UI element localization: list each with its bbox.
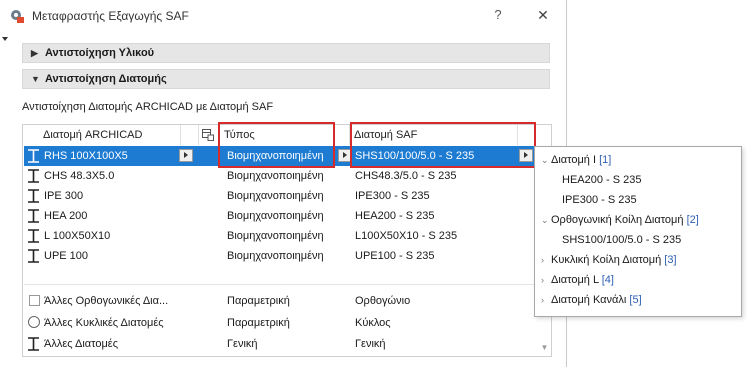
profile-type: Βιομηχανοποιημένη: [227, 230, 324, 242]
window-title: Μεταφραστής Εξαγωγής SAF: [32, 9, 189, 23]
dropdown-item[interactable]: HEA200 - S 235: [562, 172, 642, 188]
column-header-settings[interactable]: [199, 125, 220, 145]
section-label: Αντιστοίχηση Υλικού: [45, 47, 155, 59]
column-header-spacer: [181, 125, 199, 145]
dropdown-group-l-profile[interactable]: › Διατομή L [4]: [541, 272, 614, 288]
saf-profile: UPE100 - S 235: [355, 250, 435, 262]
table-row[interactable]: L 100X50X10 Βιομηχανοποιημένη L100X50X10…: [24, 226, 540, 246]
i-beam-profile-icon: [28, 209, 39, 223]
profile-type: Γενική: [227, 338, 258, 350]
chevron-down-icon: ⌄: [541, 215, 549, 225]
group-label: Κυκλική Κοίλη Διατομή: [551, 254, 662, 266]
column-header-saf[interactable]: Διατομή SAF: [350, 125, 518, 145]
chevron-right-icon: ›: [541, 295, 544, 305]
profile-type: Βιομηχανοποιημένη: [227, 210, 324, 222]
i-beam-profile-icon: [28, 169, 39, 183]
profile-type: Βιομηχανοποιημένη: [227, 190, 324, 202]
circle-profile-icon: [28, 316, 40, 328]
saf-profile: HEA200 - S 235: [355, 210, 435, 222]
chevron-right-icon: ▶: [31, 48, 38, 58]
archicad-profile: L 100X50X10: [44, 230, 111, 242]
group-label: Διατομή I: [551, 154, 597, 166]
section-profile-mapping[interactable]: ▼ Αντιστοίχηση Διατομής: [22, 69, 550, 89]
i-beam-profile-icon: [28, 149, 39, 163]
table-row[interactable]: Άλλες Διατομές Γενική Γενική: [24, 334, 540, 354]
saf-profile: Γενική: [355, 338, 386, 350]
section-material-mapping[interactable]: ▶ Αντιστοίχηση Υλικού: [22, 43, 550, 63]
saf-export-translator-dialog: Μεταφραστής Εξαγωγής SAF ? ✕ ▶ Αντιστοίχ…: [0, 0, 567, 367]
dropdown-corner-icon: [2, 37, 8, 41]
archicad-profile: CHS 48.3X5.0: [44, 170, 115, 182]
group-label: Διατομή L: [551, 274, 599, 286]
type-dropdown-button[interactable]: [338, 149, 352, 162]
table-row[interactable]: UPE 100 Βιομηχανοποιημένη UPE100 - S 235: [24, 246, 540, 266]
help-button[interactable]: ?: [489, 6, 507, 24]
mapping-subtitle: Αντιστοίχηση Διατομής ARCHICAD με Διατομ…: [22, 101, 274, 113]
group-count: [1]: [599, 154, 612, 166]
group-count: [3]: [664, 254, 677, 266]
archicad-dropdown-button[interactable]: [179, 149, 193, 162]
archicad-profile: Άλλες Ορθογωνικές Δια...: [44, 295, 169, 307]
i-beam-profile-icon: [28, 229, 39, 243]
section-label: Αντιστοίχηση Διατομής: [45, 73, 167, 85]
profile-type: Βιομηχανοποιημένη: [227, 170, 324, 182]
chevron-down-icon: ⌄: [541, 155, 549, 165]
group-count: [5]: [629, 294, 642, 306]
scroll-down-icon[interactable]: ▼: [540, 343, 549, 352]
dropdown-group-circular-hollow[interactable]: › Κυκλική Κοίλη Διατομή [3]: [541, 252, 677, 268]
title-bar: Μεταφραστής Εξαγωγής SAF ? ✕: [0, 0, 566, 31]
row-divider: [24, 284, 540, 285]
saf-profile: Ορθογώνιο: [355, 295, 411, 307]
dropdown-group-rectangular-hollow[interactable]: ⌄ Ορθογωνική Κοίλη Διατομή [2]: [541, 212, 699, 228]
saf-profile-dropdown: ⌄ Διατομή I [1] HEA200 - S 235 IPE300 - …: [534, 146, 742, 317]
dropdown-group-i-profile[interactable]: ⌄ Διατομή I [1]: [541, 152, 611, 168]
archicad-profile: HEA 200: [44, 210, 88, 222]
dropdown-item[interactable]: IPE300 - S 235: [562, 192, 637, 208]
table-row[interactable]: Άλλες Ορθογωνικές Δια... Παραμετρική Ορθ…: [24, 291, 540, 311]
table-row[interactable]: IPE 300 Βιομηχανοποιημένη IPE300 - S 235: [24, 186, 540, 206]
gear-export-icon: [11, 10, 24, 23]
group-label: Διατομή Κανάλι: [551, 294, 627, 306]
i-beam-profile-icon: [28, 337, 39, 351]
table-row[interactable]: HEA 200 Βιομηχανοποιημένη HEA200 - S 235: [24, 206, 540, 226]
chevron-right-icon: ›: [541, 255, 544, 265]
archicad-profile: Άλλες Κυκλικές Διατομές: [44, 317, 164, 329]
archicad-profile: Άλλες Διατομές: [44, 338, 118, 350]
chevron-right-icon: ›: [541, 275, 544, 285]
i-beam-profile-icon: [28, 249, 39, 263]
chevron-down-icon: ▼: [31, 74, 40, 84]
i-beam-profile-icon: [28, 189, 39, 203]
profile-type: Βιομηχανοποιημένη: [227, 250, 324, 262]
rectangle-profile-icon: [29, 295, 40, 306]
dropdown-item[interactable]: SHS100/100/5.0 - S 235: [562, 232, 681, 248]
table-row[interactable]: CHS 48.3X5.0 Βιομηχανοποιημένη CHS48.3/5…: [24, 166, 540, 186]
saf-profile: L100X50X10 - S 235: [355, 230, 458, 242]
dropdown-group-channel[interactable]: › Διατομή Κανάλι [5]: [541, 292, 642, 308]
close-button[interactable]: ✕: [534, 6, 552, 24]
saf-profile: SHS100/100/5.0 - S 235: [355, 150, 475, 162]
table-row[interactable]: RHS 100X100X5 Βιομηχανοποιημένη SHS100/1…: [24, 146, 540, 166]
profile-mapping-table: Διατομή ARCHICAD Τύπος Διατομή SAF RHS 1…: [22, 124, 552, 357]
group-label: Ορθογωνική Κοίλη Διατομή: [551, 214, 684, 226]
column-header-type[interactable]: Τύπος: [220, 125, 350, 145]
saf-dropdown-button[interactable]: [519, 149, 533, 162]
archicad-profile: RHS 100X100X5: [44, 150, 128, 162]
archicad-profile: IPE 300: [44, 190, 84, 202]
profile-type: Παραμετρική: [227, 317, 290, 329]
profile-type: Βιομηχανοποιημένη: [227, 150, 324, 162]
profile-type: Παραμετρική: [227, 295, 290, 307]
table-row[interactable]: Άλλες Κυκλικές Διατομές Παραμετρική Κύκλ…: [24, 313, 540, 333]
saf-profile: IPE300 - S 235: [355, 190, 430, 202]
column-header-archicad[interactable]: Διατομή ARCHICAD: [23, 125, 181, 145]
archicad-profile: UPE 100: [44, 250, 89, 262]
saf-profile: Κύκλος: [355, 317, 391, 329]
group-count: [4]: [601, 274, 614, 286]
table-settings-icon: [202, 129, 214, 141]
saf-profile: CHS48.3/5.0 - S 235: [355, 170, 457, 182]
group-count: [2]: [686, 214, 699, 226]
